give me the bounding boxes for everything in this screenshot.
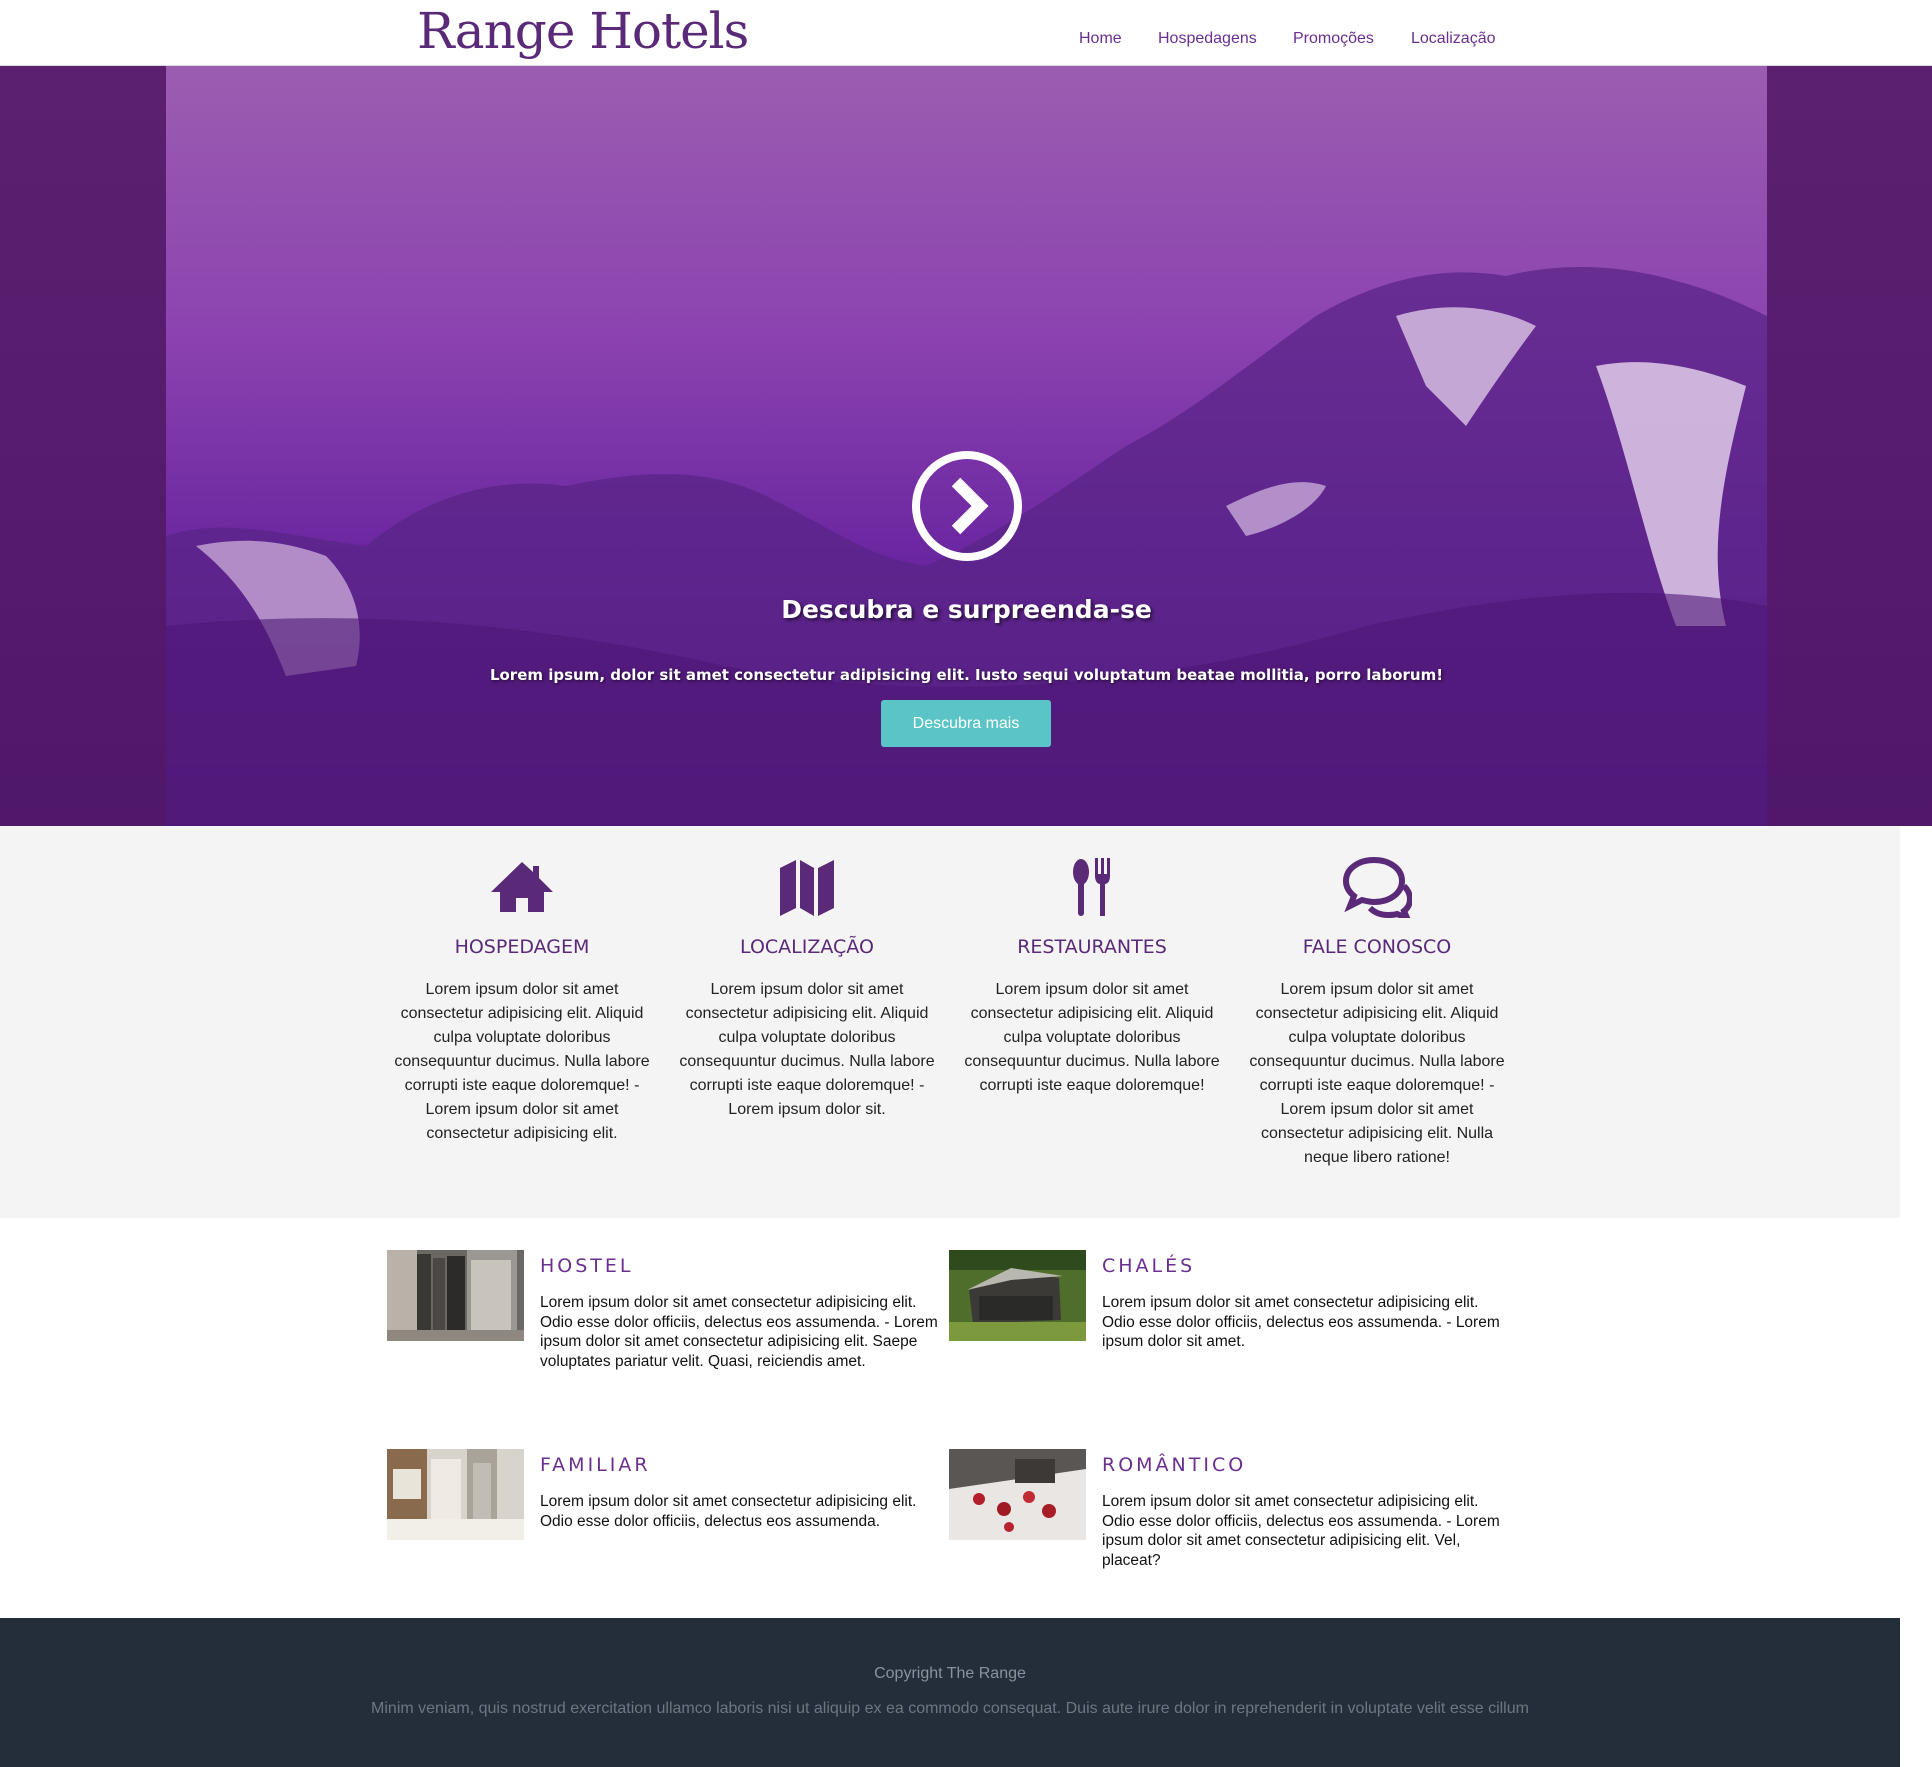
- category-title[interactable]: FAMILIAR: [540, 1454, 651, 1476]
- category-title[interactable]: ROMÂNTICO: [1102, 1454, 1246, 1476]
- romantico-photo[interactable]: [949, 1449, 1086, 1540]
- category-text: Lorem ipsum dolor sit amet consectetur a…: [540, 1493, 917, 1530]
- nav-promocoes[interactable]: Promoções: [1293, 30, 1374, 48]
- arrow-circle-right-icon[interactable]: [911, 450, 1023, 562]
- feature-text: Lorem ipsum dolor sit amet consectetur a…: [679, 981, 935, 1118]
- feature-title: HOSPEDAGEM: [454, 936, 590, 958]
- hostel-photo[interactable]: [387, 1250, 524, 1341]
- footer: Copyright The Range Minim veniam, quis n…: [0, 1618, 1900, 1767]
- site-logo[interactable]: Range Hotels: [417, 6, 749, 56]
- top-navbar: Range Hotels Home Hospedagens Promoções …: [0, 0, 1932, 66]
- feature-title: LOCALIZAÇÃO: [740, 936, 874, 958]
- category-text: Lorem ipsum dolor sit amet consectetur a…: [1102, 1493, 1500, 1569]
- home-icon: [491, 862, 553, 912]
- chat-bubbles-icon: [1342, 856, 1412, 918]
- nav-hospedagens[interactable]: Hospedagens: [1158, 30, 1257, 48]
- feature-text: Lorem ipsum dolor sit amet consectetur a…: [1249, 981, 1505, 1166]
- features-section: HOSPEDAGEM Lorem ipsum dolor sit amet co…: [0, 826, 1900, 1218]
- category-text: Lorem ipsum dolor sit amet consectetur a…: [1102, 1294, 1500, 1350]
- cutlery-icon: [1073, 858, 1110, 916]
- feature-title: FALE CONOSCO: [1302, 936, 1452, 958]
- hero-banner: Descubra e surpreenda-se Lorem ipsum, do…: [166, 66, 1767, 826]
- chales-photo[interactable]: [949, 1250, 1086, 1341]
- feature-title: RESTAURANTES: [1017, 936, 1167, 958]
- hero-title: Descubra e surpreenda-se: [781, 595, 1152, 624]
- category-hostel[interactable]: HOSTEL Lorem ipsum dolor sit amet consec…: [387, 1250, 947, 1400]
- category-chales[interactable]: CHALÉS Lorem ipsum dolor sit amet consec…: [949, 1250, 1509, 1400]
- category-text: Lorem ipsum dolor sit amet consectetur a…: [540, 1294, 938, 1370]
- hero-side-right: [1767, 66, 1932, 826]
- nav-home[interactable]: Home: [1079, 30, 1122, 48]
- category-familiar[interactable]: FAMILIAR Lorem ipsum dolor sit amet cons…: [387, 1449, 947, 1599]
- feature-text: Lorem ipsum dolor sit amet consectetur a…: [964, 981, 1220, 1094]
- map-icon: [780, 860, 834, 916]
- footer-copyright: Copyright The Range: [874, 1665, 1026, 1682]
- hero-subtitle: Lorem ipsum, dolor sit amet consectetur …: [489, 666, 1444, 684]
- category-title[interactable]: HOSTEL: [540, 1255, 634, 1277]
- nav-localizacao[interactable]: Localização: [1411, 30, 1496, 48]
- category-romantico[interactable]: ROMÂNTICO Lorem ipsum dolor sit amet con…: [949, 1449, 1509, 1599]
- feature-text: Lorem ipsum dolor sit amet consectetur a…: [394, 981, 650, 1142]
- hero-side-left: [0, 66, 166, 826]
- category-title[interactable]: CHALÉS: [1102, 1255, 1195, 1277]
- discover-more-button[interactable]: Descubra mais: [881, 700, 1051, 747]
- footer-text: Minim veniam, quis nostrud exercitation …: [371, 1700, 1529, 1717]
- familiar-photo[interactable]: [387, 1449, 524, 1540]
